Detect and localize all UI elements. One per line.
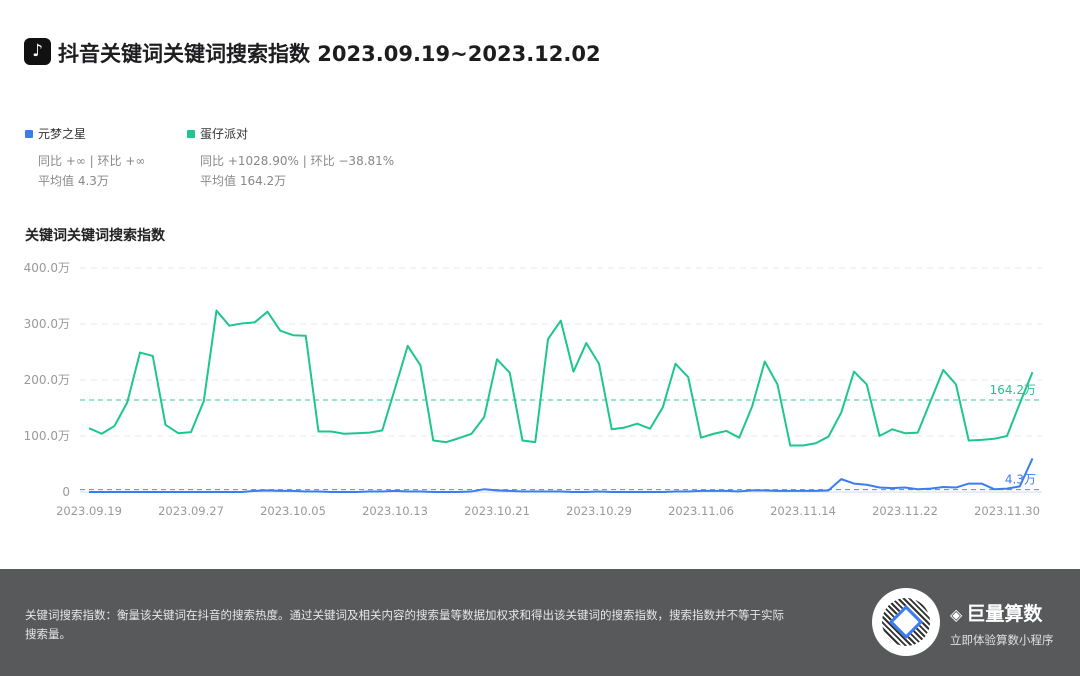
brand-logo: ◈ 巨量算数 (950, 603, 1043, 625)
footer-note: 关键词搜索指数：衡量该关键词在抖音的搜索热度。通过关键词及相关内容的搜索量等数据… (25, 608, 784, 641)
legend-average: 平均值 164.2万 (200, 174, 287, 188)
brand-icon: ◈ (950, 605, 963, 624)
qr-code[interactable] (872, 588, 940, 656)
legend-item-danzai[interactable]: 蛋仔派对 同比 +1028.90% | 环比 −38.81% 平均值 164.2万 (187, 125, 394, 191)
x-tick-label: 2023.10.21 (464, 504, 530, 518)
legend-swatch (25, 130, 33, 138)
legend-average: 平均值 4.3万 (38, 174, 109, 188)
legend-compare: 同比 +∞ | 环比 +∞ (38, 154, 146, 168)
x-tick-label: 2023.10.05 (260, 504, 326, 518)
y-tick-label: 200.0万 (24, 373, 70, 387)
page-title: 抖音关键词关键词搜索指数 2023.09.19~2023.12.02 (58, 42, 601, 66)
x-tick-label: 2023.10.29 (566, 504, 632, 518)
series-line-0 (88, 309, 1034, 447)
legend-compare: 同比 +1028.90% | 环比 −38.81% (200, 154, 395, 168)
x-tick-label: 2023.11.22 (872, 504, 938, 518)
footer: 关键词搜索指数：衡量该关键词在抖音的搜索热度。通过关键词及相关内容的搜索量等数据… (0, 569, 1080, 676)
chart-title: 关键词关键词搜索指数 (25, 228, 165, 244)
legend-label: 蛋仔派对 (200, 127, 249, 141)
header: ♪ 抖音关键词关键词搜索指数 2023.09.19~2023.12.02 (0, 0, 1080, 105)
douyin-logo-icon: ♪ (24, 38, 51, 65)
x-tick-label: 2023.09.27 (158, 504, 224, 518)
x-tick-label: 2023.11.14 (770, 504, 836, 518)
x-tick-label: 2023.09.19 (56, 504, 122, 518)
y-tick-label: 0 (62, 485, 70, 499)
x-tick-label: 2023.11.06 (668, 504, 734, 518)
average-label: 164.2万 (990, 383, 1036, 397)
legend-label: 元梦之星 (38, 127, 87, 141)
legend-item-yuanmeng[interactable]: 元梦之星 同比 +∞ | 环比 +∞ 平均值 4.3万 (25, 125, 145, 191)
y-tick-label: 400.0万 (24, 261, 70, 275)
y-tick-label: 300.0万 (24, 317, 70, 331)
y-tick-label: 100.0万 (24, 429, 70, 443)
line-chart: 0 100.0万 200.0万 300.0万 400.0万 2023.09.19 2023.… (24, 261, 1042, 518)
x-tick-label: 2023.10.13 (362, 504, 428, 518)
brand-subtitle: 立即体验算数小程序 (950, 633, 1054, 647)
legend-swatch (187, 130, 195, 138)
series-line-1 (89, 457, 1034, 493)
x-tick-label: 2023.11.30 (974, 504, 1040, 518)
